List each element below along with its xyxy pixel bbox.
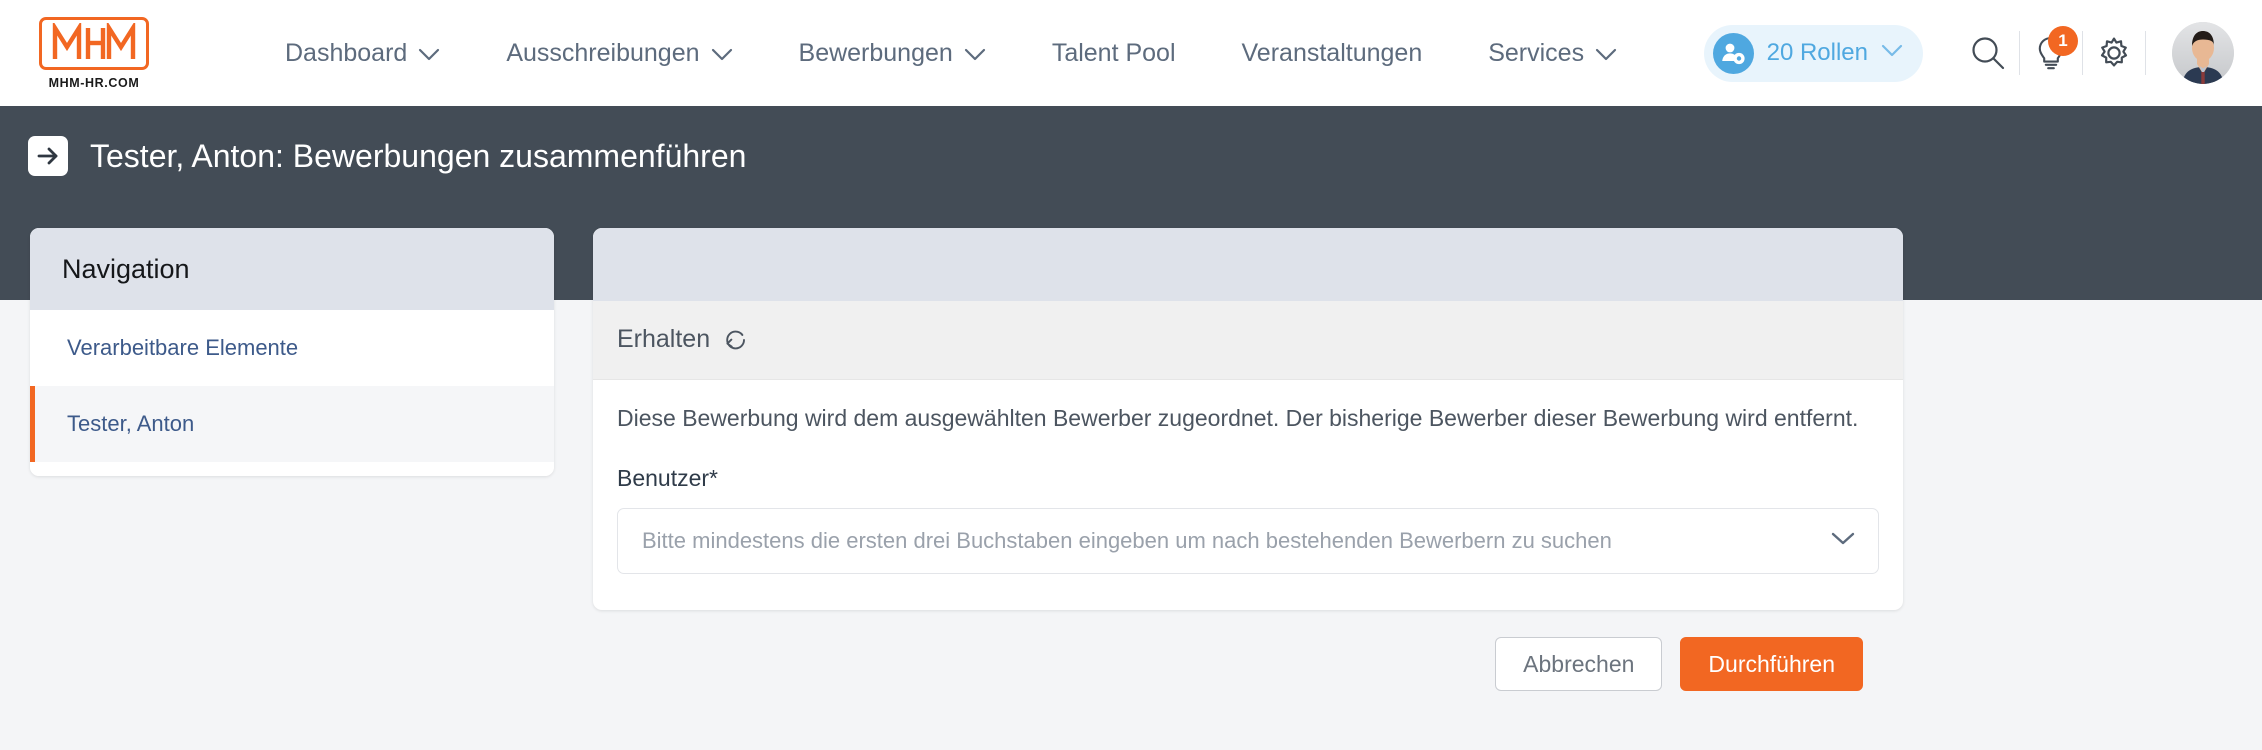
search-button[interactable] xyxy=(1957,22,2019,84)
user-gear-icon xyxy=(1712,32,1754,74)
mhm-logo-icon xyxy=(52,22,136,59)
gear-icon xyxy=(2100,37,2128,67)
chevron-down-icon xyxy=(1881,44,1903,62)
brand-logo[interactable]: MHM-HR.COM xyxy=(38,16,150,90)
nav-item-services[interactable]: Services xyxy=(1488,29,1617,78)
cancel-button[interactable]: Abbrechen xyxy=(1495,637,1663,691)
chevron-down-icon xyxy=(1595,39,1617,68)
page-body: Navigation Verarbeitbare Elemente Tester… xyxy=(0,206,2262,750)
page-title: Tester, Anton: Bewerbungen zusammenführe… xyxy=(90,137,747,174)
tips-button[interactable]: 1 xyxy=(2020,22,2082,84)
content-area: Navigation Verarbeitbare Elemente Tester… xyxy=(0,206,2262,610)
nav-list-item-verarbeitbare-elemente[interactable]: Verarbeitbare Elemente xyxy=(30,310,554,386)
nav-item-label: Services xyxy=(1488,38,1585,67)
panel-section-header: Erhalten xyxy=(593,301,1903,380)
nav-list-item-label: Verarbeitbare Elemente xyxy=(67,335,299,360)
roles-label: 20 Rollen xyxy=(1766,39,1868,66)
logo-subtitle: MHM-HR.COM xyxy=(48,75,140,90)
nav-item-label: Talent Pool xyxy=(1051,38,1176,67)
chevron-down-icon xyxy=(418,39,440,68)
nav-item-bewerbungen[interactable]: Bewerbungen xyxy=(799,29,986,78)
top-navigation-bar: MHM-HR.COM Dashboard Ausschreibungen Bew… xyxy=(0,0,2262,106)
nav-item-talent-pool[interactable]: Talent Pool xyxy=(1052,29,1176,78)
nav-item-dashboard[interactable]: Dashboard xyxy=(285,29,440,78)
nav-list-item-tester-anton[interactable]: Tester, Anton xyxy=(30,386,554,462)
roles-selector[interactable]: 20 Rollen xyxy=(1703,24,1923,82)
chevron-down-icon xyxy=(1830,531,1856,551)
chevron-down-icon xyxy=(711,39,733,68)
top-bar-actions: 20 Rollen 1 xyxy=(1703,22,2234,84)
nav-item-veranstaltungen[interactable]: Veranstaltungen xyxy=(1242,29,1423,78)
nav-item-label: Dashboard xyxy=(285,38,408,67)
logo-box xyxy=(39,16,149,70)
panel-header xyxy=(593,228,1903,301)
page-header: Tester, Anton: Bewerbungen zusammenführe… xyxy=(0,106,2262,206)
nav-item-label: Ausschreibungen xyxy=(506,38,700,67)
search-icon xyxy=(1972,37,2005,70)
nav-item-label: Bewerbungen xyxy=(798,38,953,67)
form-actions: Abbrechen Durchführen xyxy=(0,610,1903,691)
divider xyxy=(2145,31,2146,75)
avatar-image xyxy=(2172,22,2234,84)
benutzer-select[interactable]: Bitte mindestens die ersten drei Buchsta… xyxy=(617,508,1879,574)
nav-item-ausschreibungen[interactable]: Ausschreibungen xyxy=(506,29,732,78)
navigation-panel-title: Navigation xyxy=(30,228,554,310)
panel-body: Diese Bewerbung wird dem ausgewählten Be… xyxy=(593,380,1903,610)
panel-description: Diese Bewerbung wird dem ausgewählten Be… xyxy=(617,405,1859,431)
navigation-panel: Navigation Verarbeitbare Elemente Tester… xyxy=(30,228,554,476)
nav-list-item-label: Tester, Anton xyxy=(67,411,195,436)
refresh-icon[interactable] xyxy=(723,327,749,353)
main-menu: Dashboard Ausschreibungen Bewerbungen Ta… xyxy=(285,29,1617,78)
nav-item-label: Veranstaltungen xyxy=(1241,38,1423,67)
user-avatar[interactable] xyxy=(2172,22,2234,84)
submit-button[interactable]: Durchführen xyxy=(1680,637,1863,691)
panel-section-title: Erhalten xyxy=(617,325,711,353)
notification-badge: 1 xyxy=(2048,26,2078,56)
navigation-list: Verarbeitbare Elemente Tester, Anton xyxy=(30,310,554,476)
benutzer-select-placeholder: Bitte mindestens die ersten drei Buchsta… xyxy=(642,528,1612,553)
chevron-down-icon xyxy=(964,39,986,68)
merge-form-panel: Erhalten Diese Bewerbung wird dem ausgew… xyxy=(593,228,1903,610)
benutzer-field-label: Benutzer* xyxy=(617,465,719,491)
settings-button[interactable] xyxy=(2083,22,2145,84)
arrow-right-icon[interactable] xyxy=(28,136,68,176)
